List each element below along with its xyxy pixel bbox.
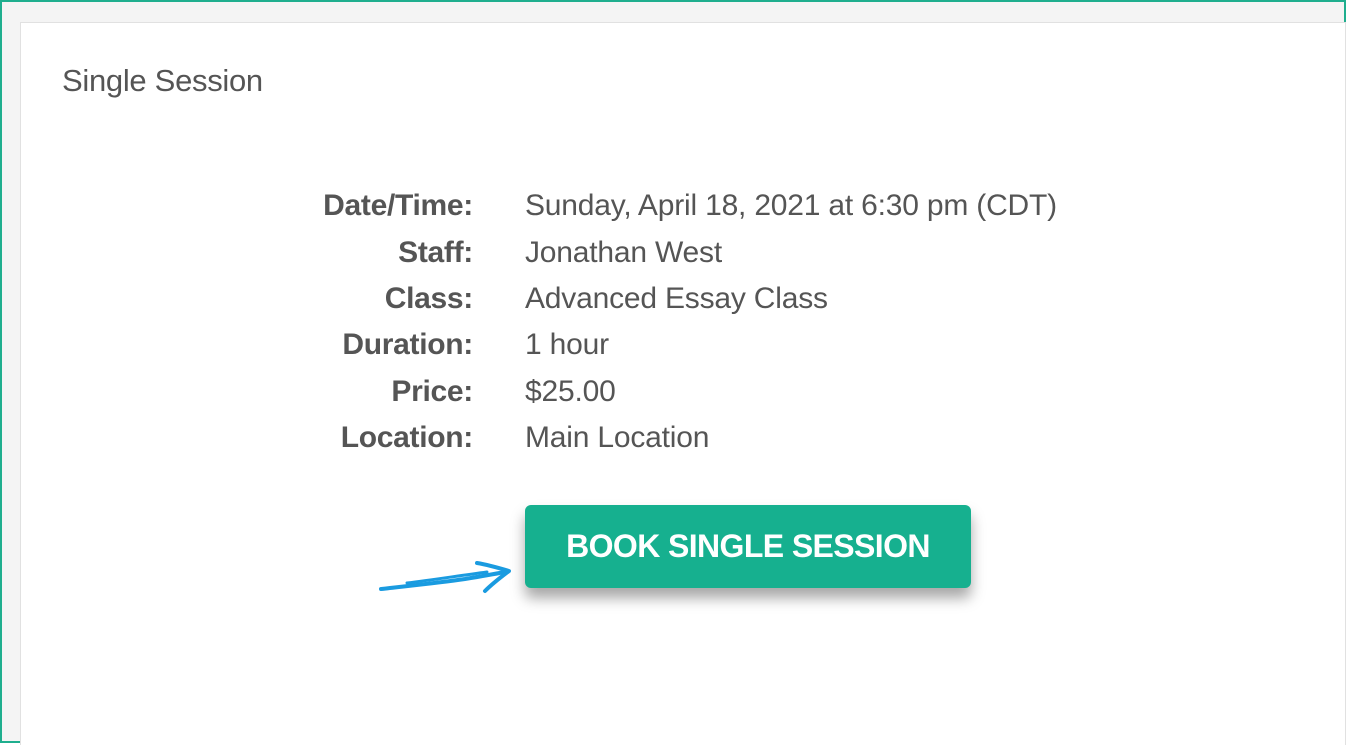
detail-row-class: Class: Advanced Essay Class (221, 276, 1057, 322)
card-title: Single Session (62, 63, 263, 98)
detail-value: Jonathan West (525, 235, 722, 269)
detail-label: Price: (391, 374, 473, 408)
session-card: Single Session Date/Time: Sunday, April … (20, 22, 1346, 745)
screenshot-frame: Single Session Date/Time: Sunday, April … (0, 0, 1346, 745)
hand-drawn-arrow-icon (379, 561, 511, 593)
detail-label: Duration: (342, 328, 473, 362)
detail-value: $25.00 (525, 374, 616, 408)
detail-value: Main Location (525, 421, 710, 455)
detail-value: Sunday, April 18, 2021 at 6:30 pm (CDT) (525, 189, 1057, 223)
detail-value: 1 hour (525, 328, 609, 362)
detail-row-duration: Duration: 1 hour (221, 322, 1057, 368)
detail-row-price: Price: $25.00 (221, 369, 1057, 415)
detail-value: Advanced Essay Class (525, 281, 828, 315)
detail-row-location: Location: Main Location (221, 415, 1057, 461)
detail-label: Date/Time: (323, 189, 473, 223)
detail-label: Staff: (398, 235, 473, 269)
detail-label: Class: (384, 281, 474, 315)
session-details: Date/Time: Sunday, April 18, 2021 at 6:3… (221, 183, 1057, 461)
detail-row-datetime: Date/Time: Sunday, April 18, 2021 at 6:3… (221, 183, 1057, 229)
book-single-session-button[interactable]: BOOK SINGLE SESSION (525, 505, 971, 588)
detail-label: Location: (340, 421, 474, 455)
detail-row-staff: Staff: Jonathan West (221, 229, 1057, 275)
